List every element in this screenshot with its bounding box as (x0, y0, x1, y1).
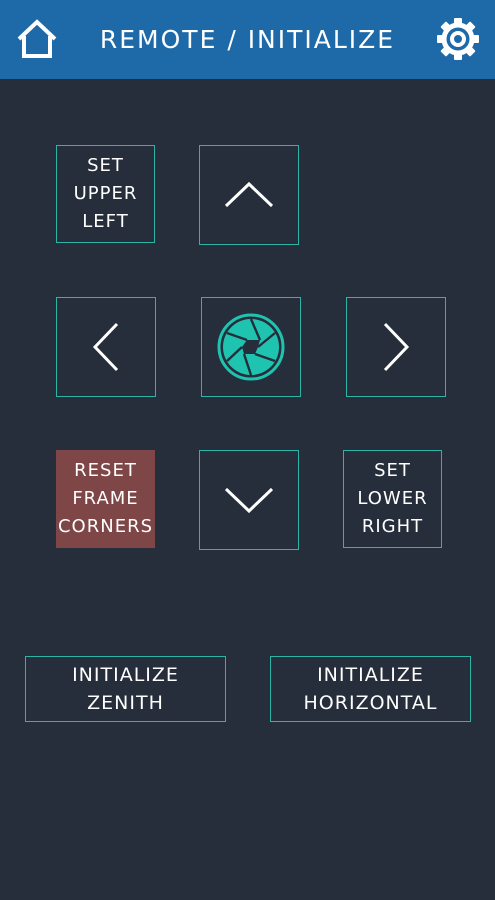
set-upper-left-button[interactable]: SET UPPER LEFT (56, 145, 155, 243)
button-label-line: HORIZONTAL (303, 692, 438, 714)
camera-shutter-icon (217, 313, 285, 381)
home-icon (17, 19, 57, 58)
chevron-left-icon (92, 322, 119, 372)
initialize-zenith-button[interactable]: INITIALIZE ZENITH (25, 656, 226, 722)
button-label-line: ZENITH (87, 692, 164, 714)
move-left-button[interactable] (56, 297, 156, 397)
button-label-line: CORNERS (57, 516, 153, 537)
move-right-button[interactable] (346, 297, 446, 397)
reset-frame-corners-button[interactable]: RESET FRAME CORNERS (56, 450, 155, 548)
chevron-up-icon (224, 181, 274, 208)
capture-button[interactable] (201, 297, 301, 397)
button-label-line: FRAME (72, 488, 139, 509)
button-label-line: LOWER (357, 488, 428, 509)
chevron-down-icon (224, 487, 274, 514)
move-up-button[interactable] (199, 145, 299, 245)
button-label-line: INITIALIZE (72, 664, 179, 686)
page-title: REMOTE / INITIALIZE (99, 25, 396, 54)
chevron-right-icon (383, 322, 410, 372)
gear-icon (437, 18, 479, 60)
button-label-line: RESET (74, 460, 137, 481)
button-label-line: INITIALIZE (317, 664, 424, 686)
button-label-line: LEFT (82, 211, 129, 232)
move-down-button[interactable] (199, 450, 299, 550)
button-label-line: RIGHT (361, 516, 424, 537)
button-label-line: SET (374, 460, 411, 481)
button-label-line: SET (87, 155, 124, 176)
app-header: REMOTE / INITIALIZE (0, 0, 495, 79)
set-lower-right-button[interactable]: SET LOWER RIGHT (343, 450, 442, 548)
button-label-line: UPPER (73, 183, 138, 204)
settings-button[interactable] (436, 17, 480, 61)
initialize-horizontal-button[interactable]: INITIALIZE HORIZONTAL (270, 656, 471, 722)
home-button[interactable] (15, 17, 59, 61)
